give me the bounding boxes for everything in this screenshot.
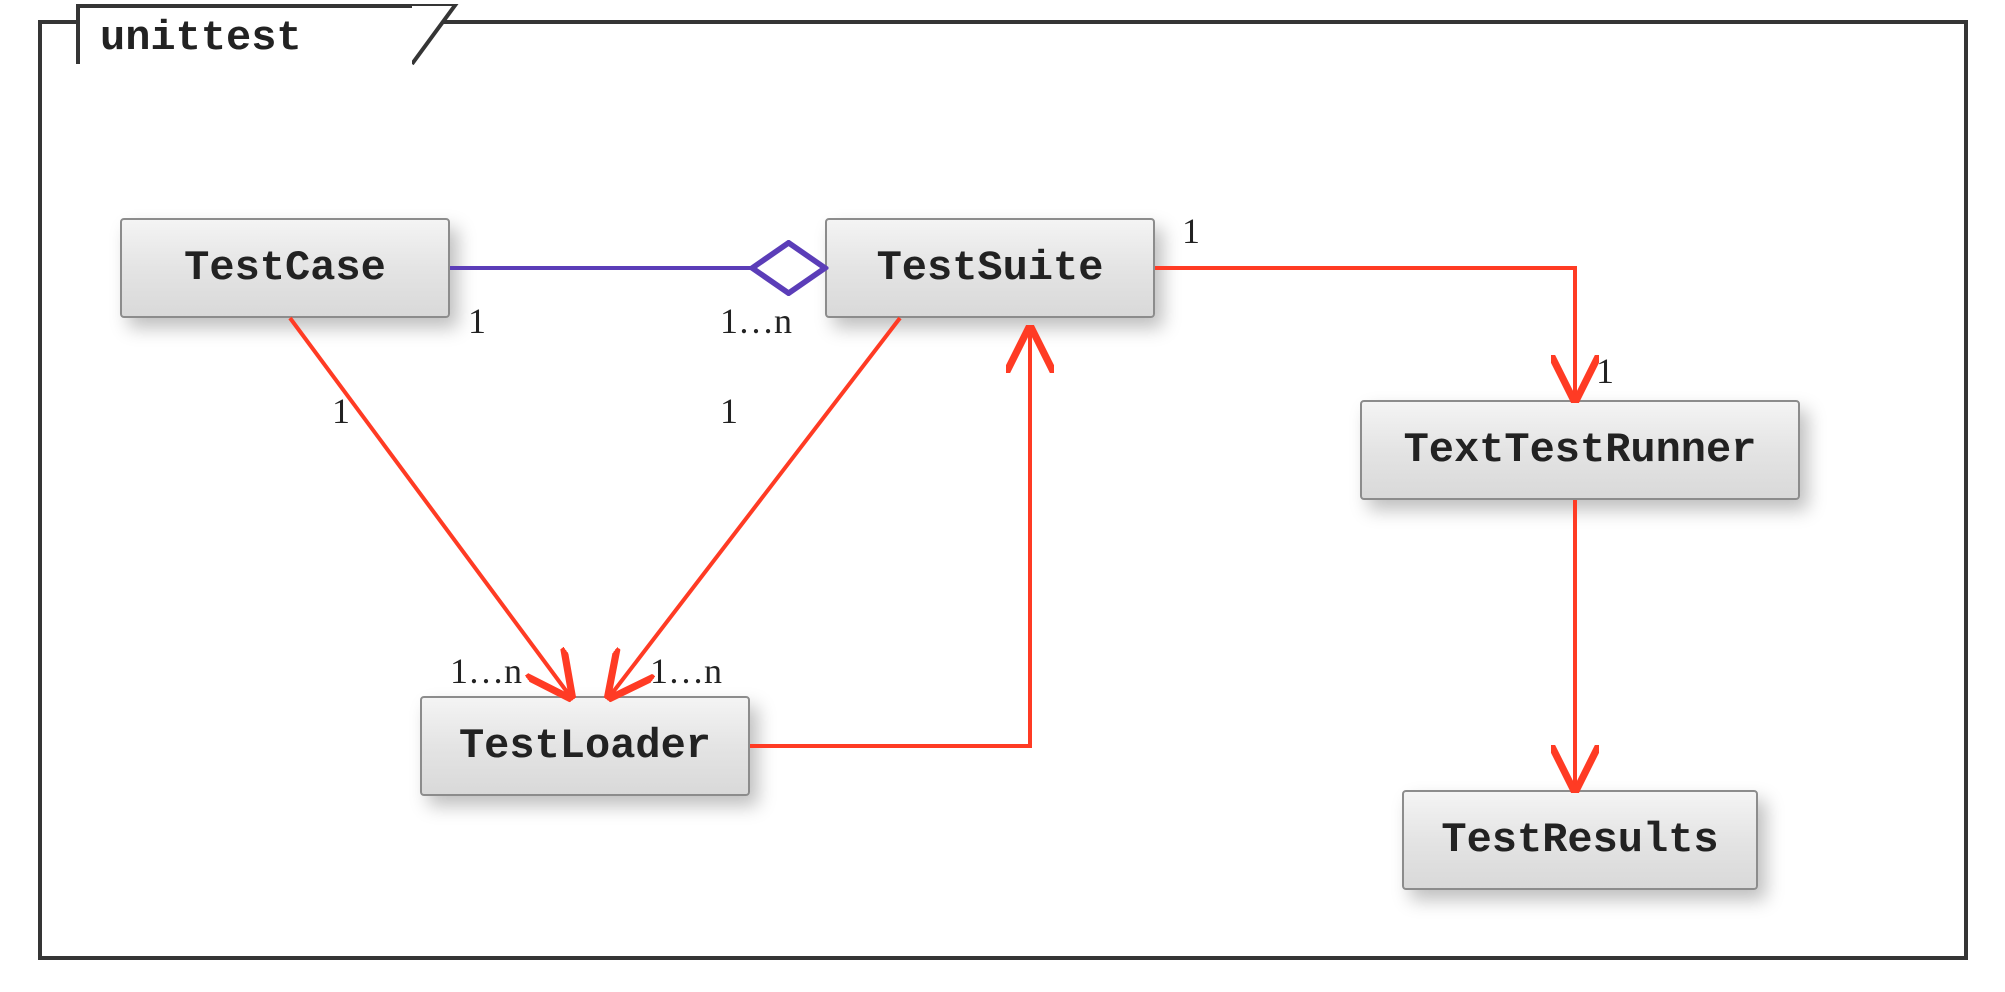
class-testcase: TestCase	[120, 218, 450, 318]
mult-testsuite-runner-1b: 1	[1596, 350, 1614, 392]
mult-testcase-loader-1: 1	[332, 390, 350, 432]
package-tab-diagonal	[412, 4, 460, 68]
class-label: TestSuite	[877, 244, 1104, 292]
class-testloader: TestLoader	[420, 696, 750, 796]
class-testresults: TestResults	[1402, 790, 1758, 890]
class-testsuite: TestSuite	[825, 218, 1155, 318]
class-label: TextTestRunner	[1404, 426, 1757, 474]
mult-loader-1n-right: 1…n	[650, 650, 722, 692]
class-label: TestLoader	[459, 722, 711, 770]
mult-testsuite-runner-1a: 1	[1182, 210, 1200, 252]
package-title: unittest	[100, 14, 302, 62]
class-texttestrunner: TextTestRunner	[1360, 400, 1800, 500]
uml-canvas: unittest TestCase TestSuite TextTestRunn…	[0, 0, 2005, 992]
class-label: TestResults	[1441, 816, 1718, 864]
class-label: TestCase	[184, 244, 386, 292]
mult-testsuite-loader-1: 1	[720, 390, 738, 432]
mult-testcase-1: 1	[468, 300, 486, 342]
mult-loader-1n-left: 1…n	[450, 650, 522, 692]
mult-testsuite-1n: 1…n	[720, 300, 792, 342]
